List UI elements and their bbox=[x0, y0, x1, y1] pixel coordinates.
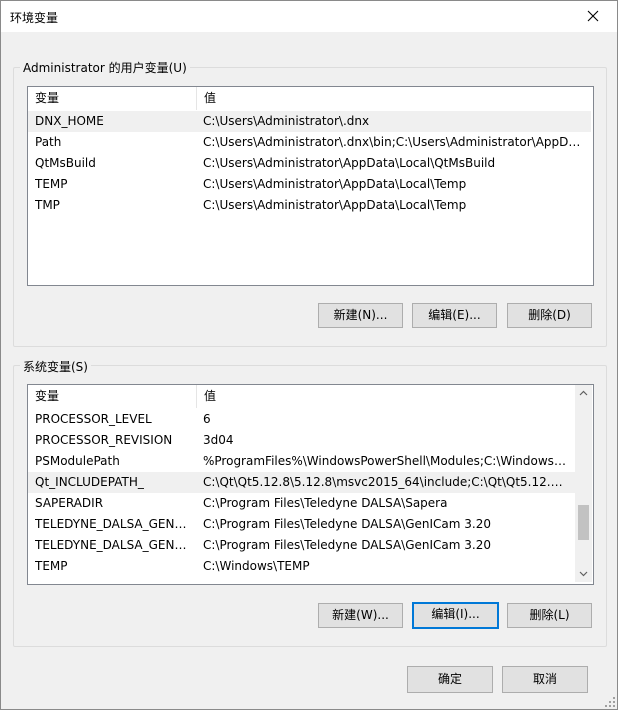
list-row[interactable]: QtMsBuild C:\Users\Administrator\AppData\… bbox=[28, 153, 591, 174]
scroll-thumb[interactable] bbox=[578, 505, 589, 540]
variable-value: C:\Windows\TEMP bbox=[203, 559, 310, 573]
variable-value: 6 bbox=[203, 412, 211, 426]
variable-name: Path bbox=[35, 135, 62, 149]
variable-name: TMP bbox=[35, 198, 60, 212]
variable-name: TEMP bbox=[35, 559, 68, 573]
variable-value: C:\Users\Administrator\AppData\Local\Tem… bbox=[203, 177, 467, 191]
list-row[interactable]: TELEDYNE_DALSA_GENIC... C:\Program Files\… bbox=[28, 514, 575, 535]
variable-value: C:\Program Files\Teledyne DALSA\GenICam … bbox=[203, 517, 491, 531]
list-row[interactable]: TEMP C:\Users\Administrator\AppData\Local… bbox=[28, 174, 591, 195]
title-bar: 环境变量 bbox=[1, 1, 617, 32]
variable-name: PSModulePath bbox=[35, 454, 120, 468]
variable-value: C:\Program Files\Teledyne DALSA\GenICam … bbox=[203, 538, 491, 552]
variable-name: TELEDYNE_DALSA_GENIC... bbox=[35, 517, 188, 531]
column-header-value[interactable]: 值 bbox=[196, 385, 575, 408]
user-delete-button[interactable]: 删除(D) bbox=[507, 303, 592, 328]
user-variables-label: Administrator 的用户变量(U) bbox=[20, 59, 190, 76]
variable-value: C:\Users\Administrator\AppData\Local\Tem… bbox=[203, 198, 467, 212]
ok-button[interactable]: 确定 bbox=[407, 666, 493, 693]
column-header-variable[interactable]: 变量 bbox=[28, 87, 196, 110]
variable-value: 3d04 bbox=[203, 433, 234, 447]
variable-value: C:\Users\Administrator\AppData\Local\QtM… bbox=[203, 156, 496, 170]
variable-name: QtMsBuild bbox=[35, 156, 96, 170]
list-row[interactable]: Qt_INCLUDEPATH_ C:\Qt\Qt5.12.8\5.12.8\msv… bbox=[28, 472, 575, 493]
chevron-down-icon bbox=[579, 571, 588, 577]
list-row[interactable]: TELEDYNE_DALSA_GENIC... C:\Program Files\… bbox=[28, 535, 575, 556]
list-row[interactable]: PROCESSOR_REVISION 3d04 bbox=[28, 430, 575, 451]
chevron-up-icon bbox=[579, 390, 588, 396]
system-variables-list[interactable]: 变量 值 PROCESSOR_LEVEL 6 PROCESSOR_REVISION 3… bbox=[27, 384, 594, 585]
resize-grip-icon[interactable] bbox=[605, 697, 615, 707]
variable-name: SAPERADIR bbox=[35, 496, 104, 510]
variable-name: PROCESSOR_LEVEL bbox=[35, 412, 152, 426]
list-row[interactable]: PROCESSOR_LEVEL 6 bbox=[28, 409, 575, 430]
window-title: 环境变量 bbox=[10, 11, 59, 25]
list-row[interactable]: PSModulePath %ProgramFiles%\WindowsPowerS… bbox=[28, 451, 575, 472]
variable-value: C:\Program Files\Teledyne DALSA\Sapera bbox=[203, 496, 448, 510]
scroll-down-button[interactable] bbox=[575, 565, 592, 582]
variable-name: DNX_HOME bbox=[35, 114, 104, 128]
user-new-button[interactable]: 新建(N)... bbox=[318, 303, 403, 328]
list-row[interactable]: DNX_HOME C:\Users\Administrator\.dnx bbox=[28, 111, 591, 132]
column-header-value[interactable]: 值 bbox=[196, 87, 593, 110]
variable-name: TEMP bbox=[35, 177, 68, 191]
cancel-button[interactable]: 取消 bbox=[502, 666, 588, 693]
system-new-button[interactable]: 新建(W)... bbox=[318, 603, 403, 628]
system-list-header: 变量 值 bbox=[28, 385, 575, 408]
variable-value: %ProgramFiles%\WindowsPowerShell\Modules… bbox=[203, 454, 568, 468]
list-row[interactable]: TMP C:\Users\Administrator\AppData\Local\… bbox=[28, 195, 591, 216]
list-row[interactable]: SAPERADIR C:\Program Files\Teledyne DALSA… bbox=[28, 493, 575, 514]
variable-name: TELEDYNE_DALSA_GENIC... bbox=[35, 538, 188, 552]
list-row[interactable]: TEMP C:\Windows\TEMP bbox=[28, 556, 575, 577]
user-list-header: 变量 值 bbox=[28, 87, 593, 110]
environment-variables-dialog: 环境变量 Administrator 的用户变量(U) 变量 值 DNX_HOM… bbox=[0, 0, 618, 710]
variable-name: Qt_INCLUDEPATH_ bbox=[35, 475, 144, 489]
system-delete-button[interactable]: 删除(L) bbox=[507, 603, 592, 628]
close-icon bbox=[587, 10, 599, 22]
system-variables-label: 系统变量(S) bbox=[20, 358, 91, 375]
system-list-scrollbar[interactable] bbox=[575, 385, 592, 582]
user-edit-button[interactable]: 编辑(E)... bbox=[412, 303, 497, 328]
variable-value: C:\Qt\Qt5.12.8\5.12.8\msvc2015_64\includ… bbox=[203, 475, 568, 489]
close-button[interactable] bbox=[571, 1, 617, 32]
variable-value: C:\Users\Administrator\.dnx bbox=[203, 114, 370, 128]
variable-name: PROCESSOR_REVISION bbox=[35, 433, 173, 447]
scroll-up-button[interactable] bbox=[575, 385, 592, 402]
list-row[interactable]: Path C:\Users\Administrator\.dnx\bin;C:\U… bbox=[28, 132, 591, 153]
variable-value: C:\Users\Administrator\.dnx\bin;C:\Users… bbox=[203, 135, 584, 149]
user-variables-list[interactable]: 变量 值 DNX_HOME C:\Users\Administrator\.dnx… bbox=[27, 86, 594, 286]
column-header-variable[interactable]: 变量 bbox=[28, 385, 196, 408]
system-edit-button[interactable]: 编辑(I)... bbox=[412, 602, 499, 629]
